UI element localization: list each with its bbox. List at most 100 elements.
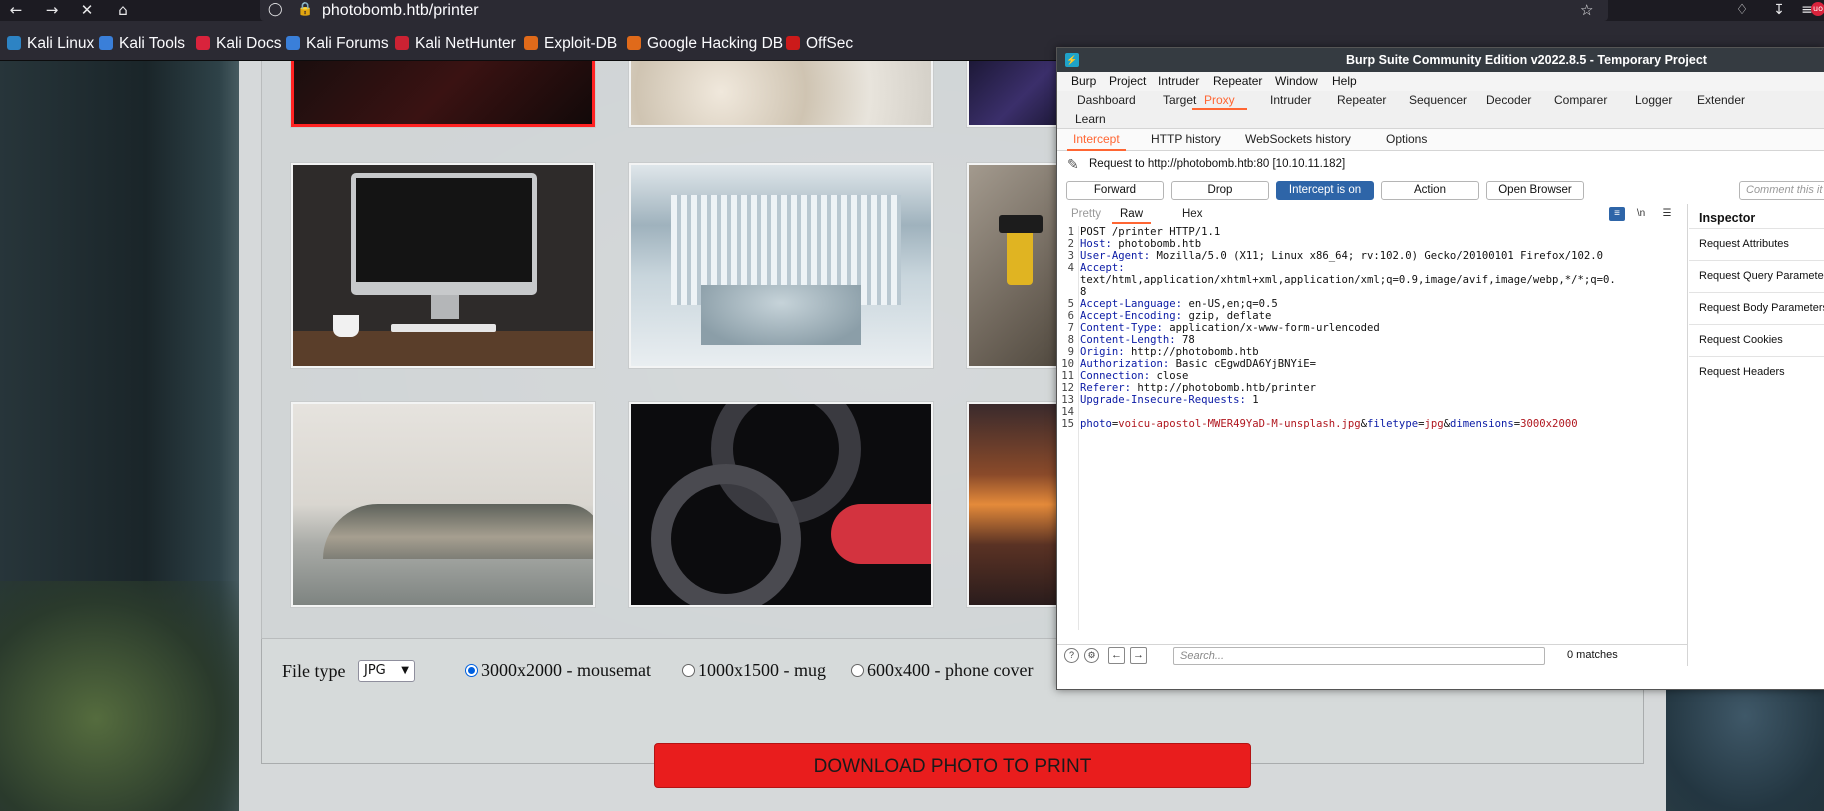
back-icon[interactable]: ← — [5, 1, 27, 19]
param-value: jpg — [1424, 418, 1444, 430]
bookmark-kali-tools[interactable]: Kali Tools — [99, 21, 185, 61]
newline-icon[interactable]: \n — [1633, 207, 1649, 221]
editor-tab-pretty[interactable]: Pretty — [1071, 204, 1101, 224]
tab-logger[interactable]: Logger — [1635, 91, 1672, 110]
param-name: filetype — [1367, 418, 1419, 430]
kali-tools-icon — [99, 36, 113, 50]
menu-icon[interactable]: ☰ — [1659, 207, 1675, 221]
search-input[interactable]: Search... — [1173, 647, 1545, 665]
photo-detail — [431, 295, 459, 319]
subtab-http-history[interactable]: HTTP history — [1151, 129, 1221, 151]
ublock-icon[interactable]: uo — [1811, 2, 1824, 16]
tab-proxy[interactable]: Proxy — [1192, 91, 1247, 110]
file-type-select[interactable]: JPG ▼ — [358, 660, 415, 682]
subtab-intercept[interactable]: Intercept — [1067, 129, 1126, 151]
tab-decoder[interactable]: Decoder — [1486, 91, 1531, 110]
photo-detail — [356, 178, 532, 282]
radio-icon[interactable] — [851, 664, 864, 677]
help-icon[interactable]: ? — [1064, 648, 1079, 663]
param-value: voicu-apostol-MWER49YaD-M-unsplash.jpg — [1118, 418, 1361, 430]
url-text[interactable]: photobomb.htb/printer — [322, 1, 479, 20]
photo-thumbnail[interactable] — [291, 402, 595, 607]
request-line: User-Agent: Mozilla/5.0 (X11; Linux x86_… — [1080, 250, 1603, 262]
radio-selected-icon[interactable] — [465, 664, 478, 677]
open-browser-button[interactable]: Open Browser — [1486, 181, 1584, 200]
tab-dashboard[interactable]: Dashboard — [1077, 91, 1136, 110]
line-number: 11 — [1061, 370, 1074, 382]
pocket-icon[interactable]: ♢ — [1731, 1, 1753, 19]
dimension-option-mousemat[interactable]: 3000x2000 - mousemat — [465, 660, 651, 681]
inspector-request-body-parameters[interactable]: Request Body Parameters — [1689, 292, 1824, 324]
tab-learn[interactable]: Learn — [1075, 110, 1106, 129]
bookmark-kali-docs[interactable]: Kali Docs — [196, 21, 281, 61]
burp-window-title: Burp Suite Community Edition v2022.8.5 -… — [1346, 53, 1707, 67]
kali-linux-icon — [7, 36, 21, 50]
wrap-icon[interactable]: ≡ — [1609, 207, 1625, 221]
drop-button[interactable]: Drop — [1171, 181, 1269, 200]
intercept-toggle-button[interactable]: Intercept is on — [1276, 181, 1374, 200]
subtab-options[interactable]: Options — [1386, 129, 1427, 151]
photo-thumbnail[interactable] — [629, 163, 933, 368]
subtab-websockets-history[interactable]: WebSockets history — [1245, 129, 1351, 151]
previous-match-icon[interactable]: ← — [1108, 647, 1125, 664]
inspector-request-query-parameters[interactable]: Request Query Parameters — [1689, 260, 1824, 292]
inspector-request-attributes[interactable]: Request Attributes — [1689, 228, 1824, 260]
bookmark-exploit-db[interactable]: Exploit-DB — [524, 21, 617, 61]
tab-extender[interactable]: Extender — [1697, 91, 1745, 110]
bookmark-google-hacking-db[interactable]: Google Hacking DB — [627, 21, 783, 61]
action-button[interactable]: Action — [1381, 181, 1479, 200]
stop-loading-icon[interactable]: ✕ — [76, 1, 98, 19]
comment-field[interactable]: Comment this it — [1739, 181, 1824, 200]
photo-thumbnail-selected[interactable] — [291, 61, 595, 127]
line-number: 7 — [1067, 322, 1074, 334]
tab-comparer[interactable]: Comparer — [1554, 91, 1607, 110]
menu-window[interactable]: Window — [1275, 72, 1318, 91]
menu-project[interactable]: Project — [1109, 72, 1146, 91]
tab-sequencer[interactable]: Sequencer — [1409, 91, 1467, 110]
url-bar[interactable]: ◯ 🔒 photobomb.htb/printer ☆ — [260, 0, 1608, 21]
pencil-icon[interactable]: ✎ — [1067, 151, 1079, 177]
editor-tab-raw[interactable]: Raw — [1112, 204, 1152, 224]
raw-request-text[interactable]: 1 POST /printer HTTP/1.1 2 Host: photobomb.… — [1057, 226, 1688, 630]
header-value: gzip, deflate — [1182, 310, 1272, 322]
header-value: Mozilla/5.0 (X11; Linux x86_64; rv:102.0… — [1150, 250, 1604, 262]
tab-intruder[interactable]: Intruder — [1270, 91, 1311, 110]
menu-help[interactable]: Help — [1332, 72, 1357, 91]
background-decoration — [0, 581, 240, 811]
photo-thumbnail[interactable] — [629, 402, 933, 607]
burp-title-bar[interactable]: ⚡ Burp Suite Community Edition v2022.8.5… — [1057, 48, 1824, 72]
photo-thumbnail[interactable] — [291, 163, 595, 368]
photo-image — [294, 61, 592, 124]
dimension-option-mug[interactable]: 1000x1500 - mug — [682, 660, 826, 681]
bookmark-star-icon[interactable]: ☆ — [1580, 2, 1593, 18]
bookmark-offsec[interactable]: OffSec — [786, 21, 853, 61]
bookmark-kali-nethunter[interactable]: Kali NetHunter — [395, 21, 516, 61]
downloads-icon[interactable]: ↧ — [1768, 1, 1790, 19]
gear-icon[interactable]: ⚙ — [1084, 648, 1099, 663]
next-match-icon[interactable]: → — [1130, 647, 1147, 664]
inspector-request-cookies[interactable]: Request Cookies — [1689, 324, 1824, 356]
menu-burp[interactable]: Burp — [1071, 72, 1096, 91]
shield-icon[interactable]: ◯ — [268, 2, 283, 18]
lock-icon[interactable]: 🔒 — [297, 2, 313, 18]
request-line: Origin: http://photobomb.htb — [1080, 346, 1259, 358]
bookmark-kali-forums[interactable]: Kali Forums — [286, 21, 389, 61]
forward-icon[interactable]: → — [41, 1, 63, 19]
forward-button[interactable]: Forward — [1066, 181, 1164, 200]
editor-tab-hex[interactable]: Hex — [1182, 204, 1202, 224]
request-line: Connection: close — [1080, 370, 1188, 382]
tab-repeater[interactable]: Repeater — [1337, 91, 1386, 110]
offsec-icon — [786, 36, 800, 50]
menu-repeater[interactable]: Repeater — [1213, 72, 1262, 91]
exploit-db-icon — [524, 36, 538, 50]
bookmark-kali-linux[interactable]: Kali Linux — [7, 21, 94, 61]
home-icon[interactable]: ⌂ — [112, 1, 134, 19]
radio-icon[interactable] — [682, 664, 695, 677]
dimension-option-phone-cover[interactable]: 600x400 - phone cover — [851, 660, 1033, 681]
download-photo-button[interactable]: DOWNLOAD PHOTO TO PRINT — [654, 743, 1251, 788]
match-count: 0 matches — [1567, 649, 1618, 661]
param-name: dimensions — [1450, 418, 1514, 430]
menu-intruder[interactable]: Intruder — [1158, 72, 1199, 91]
photo-thumbnail[interactable] — [629, 61, 933, 127]
inspector-request-headers[interactable]: Request Headers — [1689, 356, 1824, 388]
